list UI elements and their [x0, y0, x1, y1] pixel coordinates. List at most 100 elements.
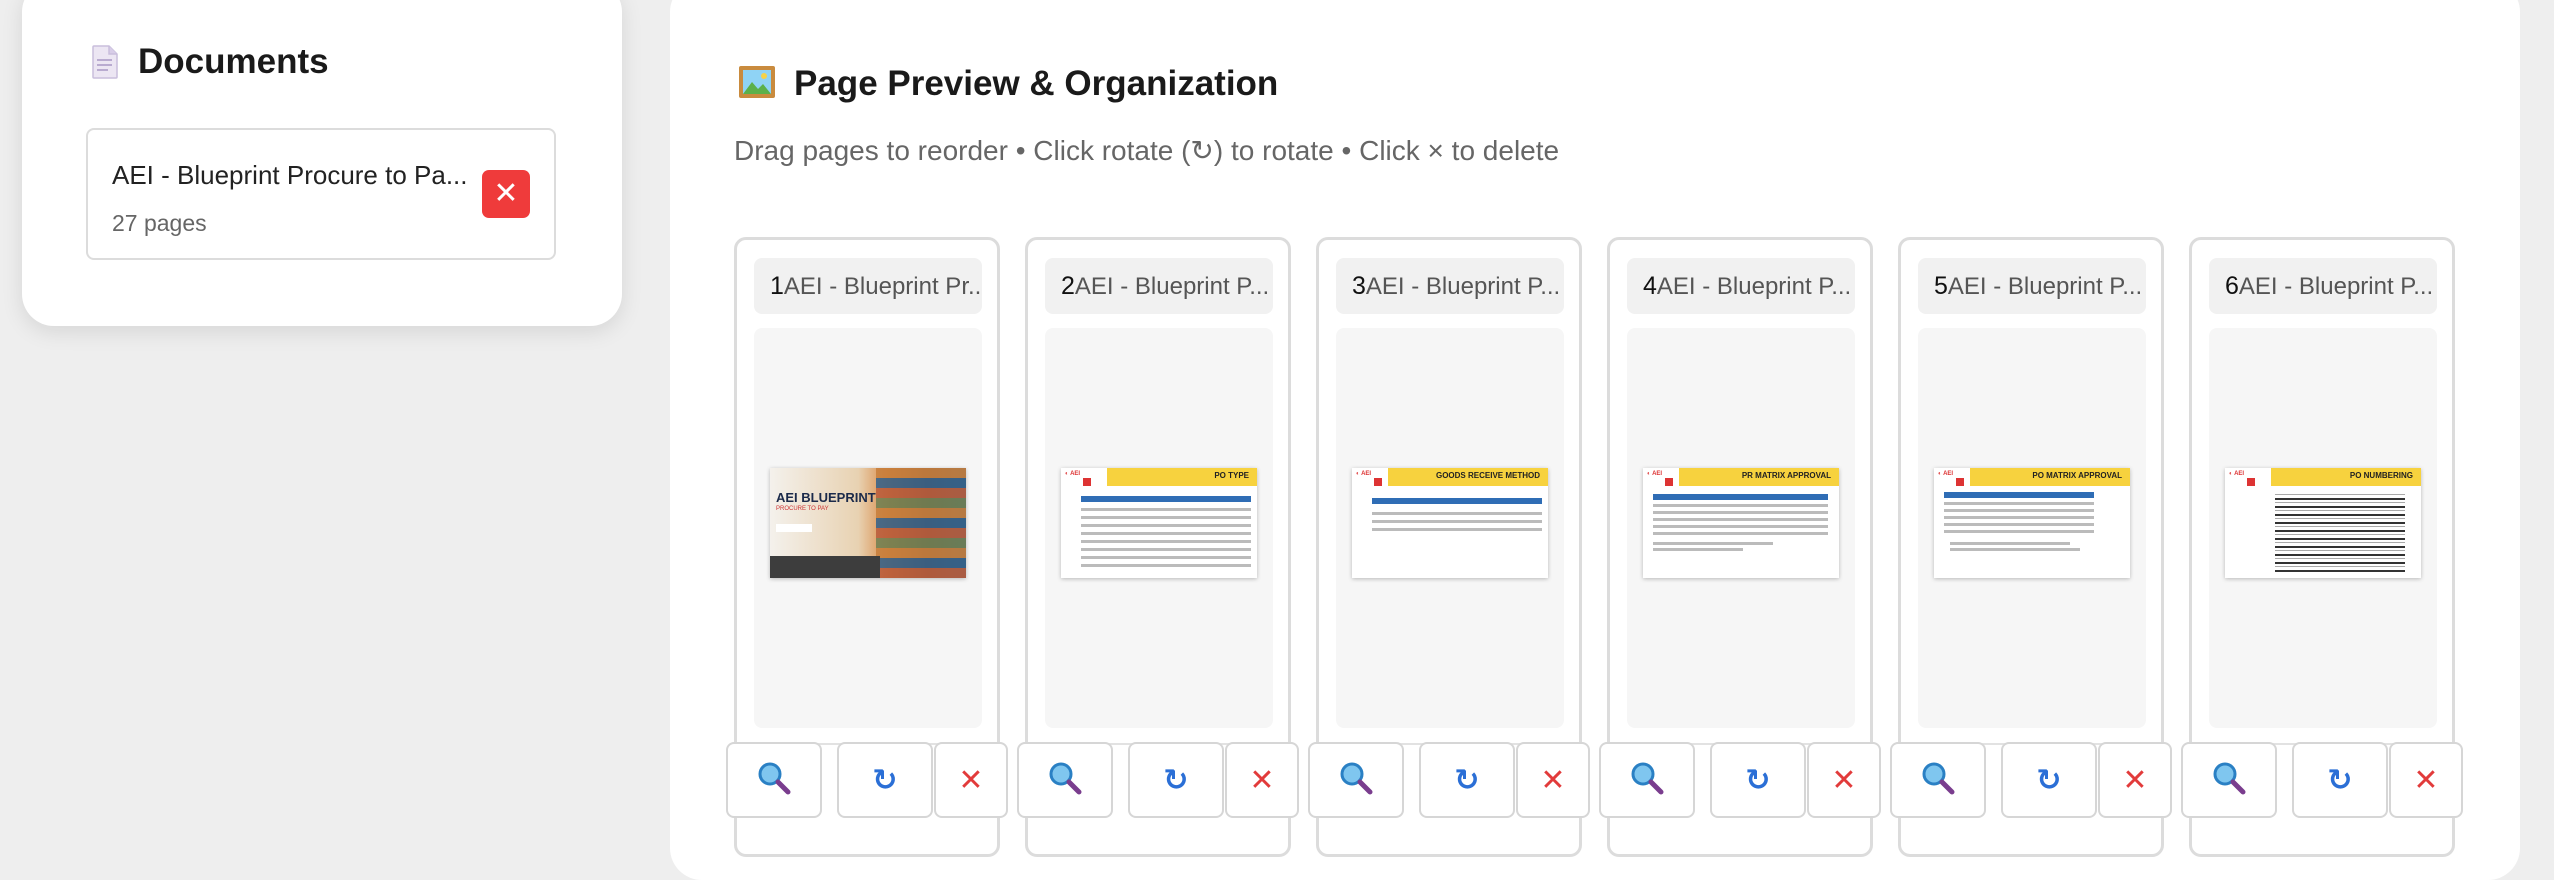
rotate-page-button[interactable]: ↻ — [837, 742, 933, 818]
close-icon: ✕ — [1249, 763, 1275, 797]
thumb-banner: PR MATRIX APPROVAL — [1679, 468, 1839, 486]
page-label: 2AEI - Blueprint P... — [1045, 258, 1273, 314]
close-icon: ✕ — [2413, 763, 2439, 797]
preview-instructions: Drag pages to reorder • Click rotate (↻)… — [734, 135, 1560, 166]
page-number: 3 — [1352, 272, 1366, 300]
document-page-count: 27 pages — [112, 210, 207, 236]
page-label: 5AEI - Blueprint P... — [1918, 258, 2146, 314]
zoom-page-button[interactable] — [1308, 742, 1404, 818]
rotate-icon: ↻ — [2036, 763, 2062, 797]
close-icon: ✕ — [1540, 763, 1566, 797]
page-thumbnail: ◐ AEI PR MATRIX APPROVAL — [1643, 468, 1839, 578]
thumb-title: AEI BLUEPRINT — [776, 490, 876, 505]
delete-page-button[interactable]: ✕ — [1807, 742, 1881, 818]
remove-document-button[interactable]: ✕ — [482, 170, 530, 218]
page-filename: AEI - Blueprint P... — [1365, 273, 1561, 300]
magnifier-icon — [1339, 761, 1373, 800]
thumb-logo-icon: ◐ AEI — [1356, 471, 1372, 477]
framed-picture-icon — [738, 65, 776, 104]
rotate-page-button[interactable]: ↻ — [2292, 742, 2388, 818]
delete-page-button[interactable]: ✕ — [2389, 742, 2463, 818]
thumb-title: PO MATRIX APPROVAL — [2032, 471, 2122, 480]
page-thumbnail-area[interactable]: ◐ AEI PO MATRIX APPROVAL — [1918, 328, 2146, 728]
rotate-page-button[interactable]: ↻ — [1128, 742, 1224, 818]
page-thumbnail-area[interactable]: ◐ AEI PO NUMBERING — [2209, 328, 2437, 728]
page-filename: AEI - Blueprint Pr... — [783, 273, 982, 300]
page-filename: AEI - Blueprint P... — [2238, 273, 2434, 300]
thumb-title: PO TYPE — [1214, 471, 1249, 480]
page-label: 1AEI - Blueprint Pr... — [754, 258, 982, 314]
magnifier-icon — [2212, 761, 2246, 800]
thumb-logo-icon: ◐ AEI — [1065, 471, 1081, 477]
page-thumbnail-area[interactable]: AEI BLUEPRINT PROCURE TO PAY — [754, 328, 982, 728]
magnifier-icon — [1048, 761, 1082, 800]
page-number: 5 — [1934, 272, 1948, 300]
preview-header: Page Preview & Organization — [738, 64, 1278, 104]
magnifier-icon — [1630, 761, 1664, 800]
thumb-banner: PO MATRIX APPROVAL — [1970, 468, 2130, 486]
thumb-logo-icon: ◐ AEI — [1647, 471, 1663, 477]
page-thumbnail: ◐ AEI GOODS RECEIVE METHOD — [1352, 468, 1548, 578]
close-icon: ✕ — [958, 763, 984, 797]
rotate-icon: ↻ — [2327, 763, 2353, 797]
rotate-page-button[interactable]: ↻ — [1710, 742, 1806, 818]
document-item[interactable]: AEI - Blueprint Procure to Pa... 27 page… — [86, 128, 556, 260]
documents-header: Documents — [92, 42, 329, 82]
delete-page-button[interactable]: ✕ — [1225, 742, 1299, 818]
thumb-logo-square — [2247, 478, 2255, 486]
magnifier-icon — [1921, 761, 1955, 800]
page-thumbnail-area[interactable]: ◐ AEI PR MATRIX APPROVAL — [1627, 328, 1855, 728]
rotate-icon: ↻ — [1454, 763, 1480, 797]
thumb-logo-icon: ◐ AEI — [1938, 471, 1954, 477]
magnifier-icon — [757, 761, 791, 800]
page-label: 4AEI - Blueprint P... — [1627, 258, 1855, 314]
documents-title: Documents — [138, 42, 329, 81]
page-thumbnail-area[interactable]: ◐ AEI PO TYPE — [1045, 328, 1273, 728]
delete-page-button[interactable]: ✕ — [1516, 742, 1590, 818]
rotate-icon: ↻ — [872, 763, 898, 797]
document-icon — [92, 45, 118, 79]
page-thumbnail: ◐ AEI PO TYPE — [1061, 468, 1257, 578]
thumb-subtitle: PROCURE TO PAY — [776, 506, 829, 512]
close-icon: ✕ — [493, 177, 519, 210]
page-thumbnail-area[interactable]: ◐ AEI GOODS RECEIVE METHOD — [1336, 328, 1564, 728]
page-label: 6AEI - Blueprint P... — [2209, 258, 2437, 314]
zoom-page-button[interactable] — [1017, 742, 1113, 818]
documents-panel: Documents AEI - Blueprint Procure to Pa.… — [22, 0, 622, 326]
rotate-icon: ↻ — [1745, 763, 1771, 797]
thumb-logo-square — [1956, 478, 1964, 486]
page-thumbnail: ◐ AEI PO NUMBERING — [2225, 468, 2421, 578]
thumb-banner: PO TYPE — [1107, 468, 1257, 486]
thumb-logo-square — [1665, 478, 1673, 486]
thumb-logo-square — [1374, 478, 1382, 486]
document-name: AEI - Blueprint Procure to Pa... — [112, 160, 468, 190]
zoom-page-button[interactable] — [1890, 742, 1986, 818]
close-icon: ✕ — [1831, 763, 1857, 797]
rotate-icon: ↻ — [1163, 763, 1189, 797]
rotate-page-button[interactable]: ↻ — [1419, 742, 1515, 818]
zoom-page-button[interactable] — [2181, 742, 2277, 818]
thumb-title: PR MATRIX APPROVAL — [1741, 471, 1831, 480]
page-number: 2 — [1061, 272, 1075, 300]
page-thumbnail: ◐ AEI PO MATRIX APPROVAL — [1934, 468, 2130, 578]
delete-page-button[interactable]: ✕ — [2098, 742, 2172, 818]
page-number: 4 — [1643, 272, 1657, 300]
thumb-banner: GOODS RECEIVE METHOD — [1388, 468, 1548, 486]
page-label: 3AEI - Blueprint P... — [1336, 258, 1564, 314]
thumb-logo-square — [1083, 478, 1091, 486]
thumb-title: GOODS RECEIVE METHOD — [1435, 471, 1540, 480]
zoom-page-button[interactable] — [726, 742, 822, 818]
page-number: 1 — [770, 272, 784, 300]
page-number: 6 — [2225, 272, 2239, 300]
zoom-page-button[interactable] — [1599, 742, 1695, 818]
page-filename: AEI - Blueprint P... — [1656, 273, 1852, 300]
page-thumbnail: AEI BLUEPRINT PROCURE TO PAY — [770, 468, 966, 578]
delete-page-button[interactable]: ✕ — [934, 742, 1008, 818]
thumb-logo-icon: ◐ AEI — [2229, 471, 2245, 477]
page-filename: AEI - Blueprint P... — [1947, 273, 2143, 300]
page-filename: AEI - Blueprint P... — [1074, 273, 1270, 300]
rotate-page-button[interactable]: ↻ — [2001, 742, 2097, 818]
preview-title: Page Preview & Organization — [794, 64, 1279, 103]
close-icon: ✕ — [2122, 763, 2148, 797]
thumb-title: PO NUMBERING — [2349, 471, 2413, 480]
